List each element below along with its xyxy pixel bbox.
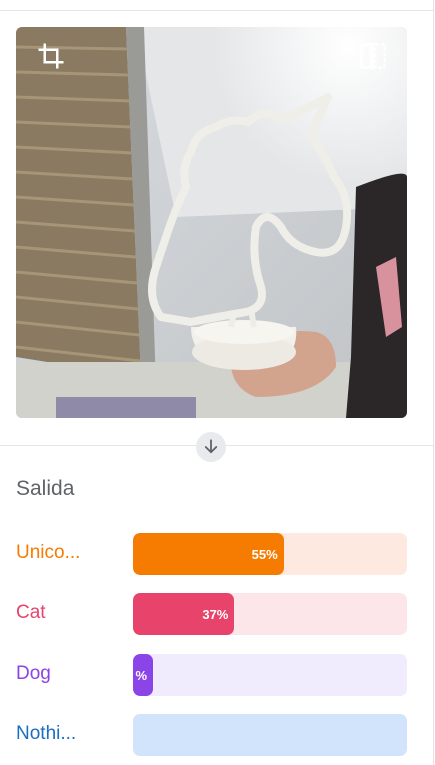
output-title: Salida: [16, 477, 75, 500]
class-label: Cat: [16, 602, 46, 623]
crop-icon[interactable]: [36, 41, 70, 75]
class-row: Unico... 55%: [16, 533, 407, 575]
class-label: Nothi...: [16, 723, 77, 744]
model-preview-panel: Salida Unico... 55% Cat 37% Dog% Nothi...: [0, 0, 434, 765]
confidence-bar-fill: 37%: [133, 593, 235, 635]
arrow-down-icon: [196, 432, 226, 462]
top-divider: [0, 10, 433, 11]
confidence-bar-track: 37%: [133, 593, 407, 635]
confidence-bar-fill: 55%: [133, 533, 284, 575]
class-row: Dog%: [16, 654, 407, 696]
confidence-percent: 55%: [251, 546, 278, 562]
webcam-preview: [16, 27, 407, 418]
class-row: Nothi...: [16, 714, 407, 756]
confidence-bar-track: %: [133, 654, 407, 696]
confidence-percent: %: [135, 667, 147, 683]
class-row: Cat 37%: [16, 593, 407, 635]
confidence-bar-track: 55%: [133, 533, 407, 575]
confidence-percent: 37%: [202, 606, 229, 622]
class-label: Dog: [16, 663, 51, 684]
confidence-bar-track: [133, 714, 407, 756]
flip-camera-icon[interactable]: [359, 41, 393, 75]
confidence-bar-fill: %: [133, 654, 153, 696]
class-label: Unico...: [16, 542, 81, 563]
webcam-image: [16, 27, 407, 418]
